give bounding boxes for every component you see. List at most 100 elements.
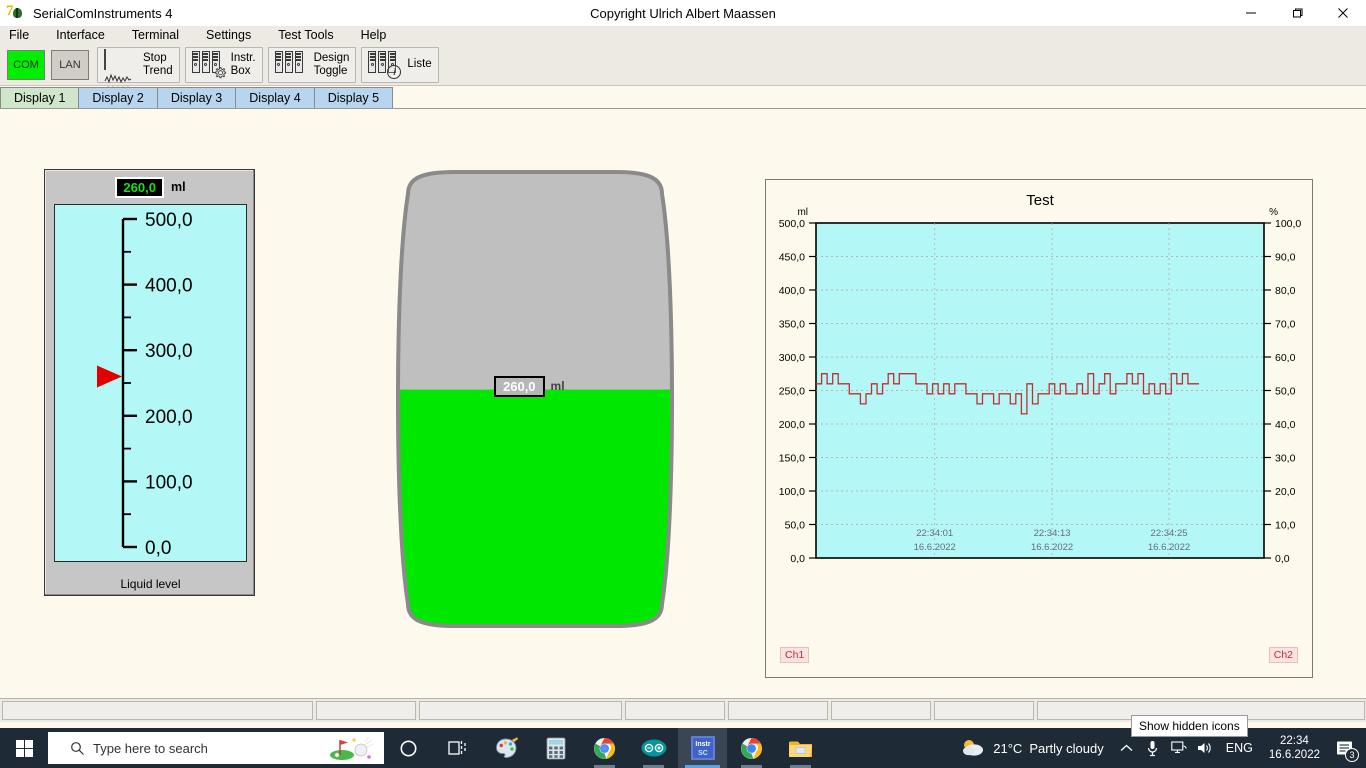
instrsc-icon[interactable]: Instr SC xyxy=(678,728,727,768)
svg-text:450,0: 450,0 xyxy=(779,252,805,264)
weather-description: Partly cloudy xyxy=(1029,740,1104,756)
tank-fill-group xyxy=(398,172,672,626)
window-controls xyxy=(1228,0,1366,26)
svg-text:80,0: 80,0 xyxy=(1275,285,1296,297)
svg-text:100,0: 100,0 xyxy=(1275,218,1301,230)
title-bar[interactable]: 7 SerialComInstruments 4 Copyright Ulric… xyxy=(0,0,1366,26)
svg-text:16.6.2022: 16.6.2022 xyxy=(1148,542,1190,553)
svg-text:22:34:01: 22:34:01 xyxy=(916,528,953,539)
svg-text:16.6.2022: 16.6.2022 xyxy=(914,542,956,553)
display-tabs: Display 1 Display 2 Display 3 Display 4 … xyxy=(0,87,1366,109)
status-cell-4 xyxy=(625,701,725,720)
svg-text:60,0: 60,0 xyxy=(1275,352,1296,364)
design-toggle-label: Design Toggle xyxy=(313,52,350,77)
chrome-icon[interactable] xyxy=(580,728,629,768)
menu-item-test-tools[interactable]: Test Tools xyxy=(269,27,342,43)
calculator-icon[interactable] xyxy=(531,728,580,768)
weather-icon xyxy=(960,737,986,760)
start-button[interactable] xyxy=(0,728,48,768)
liste-label: Liste xyxy=(407,58,432,71)
tab-display-3[interactable]: Display 3 xyxy=(156,87,237,108)
svg-text:300,0: 300,0 xyxy=(145,341,193,362)
svg-text:0,0: 0,0 xyxy=(790,553,805,565)
legend-ch2[interactable]: Ch2 xyxy=(1268,647,1298,663)
gear-icon xyxy=(213,66,227,80)
svg-text:30,0: 30,0 xyxy=(1275,453,1296,465)
menu-item-help[interactable]: Help xyxy=(352,27,396,43)
lan-button[interactable]: LAN xyxy=(51,49,89,80)
menu-item-interface[interactable]: Interface xyxy=(47,27,114,43)
copyright-text: Copyright Ulrich Albert Maassen xyxy=(590,5,776,21)
status-cell-7 xyxy=(934,701,1034,720)
golf-news-icon[interactable] xyxy=(328,734,374,762)
svg-text:500,0: 500,0 xyxy=(779,218,805,230)
design-toggle-button[interactable]: Design Toggle xyxy=(269,48,356,82)
notification-center-button[interactable]: 3 xyxy=(1328,728,1362,768)
svg-text:Instr: Instr xyxy=(695,741,710,748)
status-cell-2 xyxy=(316,701,416,720)
clock-date: 16.6.2022 xyxy=(1268,749,1320,761)
maximize-button[interactable] xyxy=(1274,0,1320,26)
file-explorer-icon[interactable] xyxy=(776,728,825,768)
chart-title: Test xyxy=(1026,192,1054,209)
liquid-level-gauge[interactable]: 260,0 ml 0,0 100,0 200,0 300,0 400,0 500,0 Li… xyxy=(44,169,255,596)
tab-display-1[interactable]: Display 1 xyxy=(0,87,80,108)
weather-widget[interactable]: 21°C Partly cloudy xyxy=(950,728,1113,768)
clock[interactable]: 22:34 16.6.2022 xyxy=(1261,734,1328,762)
instr-box-group: Instr. Box xyxy=(184,46,263,83)
svg-text:350,0: 350,0 xyxy=(779,319,805,331)
task-view-icon[interactable] xyxy=(433,728,482,768)
connection-group: COM LAN xyxy=(4,47,92,83)
tab-display-5[interactable]: Display 5 xyxy=(313,87,394,108)
status-cell-6 xyxy=(831,701,931,720)
search-input[interactable]: Type here to search xyxy=(48,732,384,764)
minimize-button[interactable] xyxy=(1228,0,1274,26)
gauge-caption: Liquid level xyxy=(120,577,181,591)
weather-temperature: 21°C xyxy=(993,740,1023,756)
cortana-icon[interactable] xyxy=(384,728,433,768)
paint-icon[interactable] xyxy=(482,728,531,768)
search-icon xyxy=(70,741,85,756)
notification-badge: 3 xyxy=(1345,748,1359,762)
language-indicator[interactable]: ENG xyxy=(1218,741,1261,755)
menu-item-file[interactable]: File xyxy=(0,27,38,43)
toolbar: COM LAN Stop Trend Instr. Box Design Tog… xyxy=(0,44,1366,110)
svg-text:0,0: 0,0 xyxy=(145,538,171,559)
tab-display-4[interactable]: Display 4 xyxy=(235,87,315,108)
svg-text:400,0: 400,0 xyxy=(145,276,193,297)
status-cell-3 xyxy=(419,701,622,720)
svg-text:40,0: 40,0 xyxy=(1275,419,1296,431)
window-title: SerialComInstruments 4 xyxy=(33,5,173,21)
svg-text:20,0: 20,0 xyxy=(1275,486,1296,498)
gauge-scale-face: 0,0 100,0 200,0 300,0 400,0 500,0 xyxy=(54,204,247,562)
gauge-header: 260,0 ml xyxy=(45,170,256,204)
info-icon: i xyxy=(387,64,402,79)
tank-value-display: 260,0 xyxy=(494,375,545,397)
menu-item-terminal[interactable]: Terminal xyxy=(123,27,188,43)
list-icon: i xyxy=(368,50,402,79)
trend-icon xyxy=(104,48,138,110)
svg-text:150,0: 150,0 xyxy=(779,453,805,465)
svg-text:250,0: 250,0 xyxy=(779,386,805,398)
close-button[interactable] xyxy=(1320,0,1366,26)
trend-chart-panel[interactable]: Test 0,0 0,0 50,0 10,0 100,0 20,0 150,0 30,0 200… xyxy=(765,179,1313,678)
tank-visual[interactable]: 260,0 ml xyxy=(360,164,710,634)
clock-time: 22:34 xyxy=(1280,735,1309,747)
status-cell-1 xyxy=(2,701,313,720)
design-toggle-group: Design Toggle xyxy=(267,46,357,83)
legend-ch1[interactable]: Ch1 xyxy=(780,647,810,663)
liste-button[interactable]: i Liste xyxy=(362,48,437,82)
display-canvas: 260,0 ml 0,0 100,0 200,0 300,0 400,0 500,0 Li… xyxy=(0,109,1366,698)
status-cell-5 xyxy=(728,701,828,720)
svg-text:22:34:25: 22:34:25 xyxy=(1151,528,1188,539)
stop-trend-button[interactable]: Stop Trend xyxy=(98,48,179,110)
com-button[interactable]: COM xyxy=(7,49,45,80)
show-hidden-icons-tooltip: Show hidden icons xyxy=(1131,715,1248,737)
menu-item-settings[interactable]: Settings xyxy=(197,27,260,43)
tank-unit-label: ml xyxy=(550,379,565,394)
tab-display-2[interactable]: Display 2 xyxy=(78,87,158,108)
svg-text:0,0: 0,0 xyxy=(1275,553,1290,565)
arduino-icon[interactable] xyxy=(629,728,678,768)
instr-box-button[interactable]: Instr. Box xyxy=(186,48,262,82)
chrome-icon-2[interactable] xyxy=(727,728,776,768)
